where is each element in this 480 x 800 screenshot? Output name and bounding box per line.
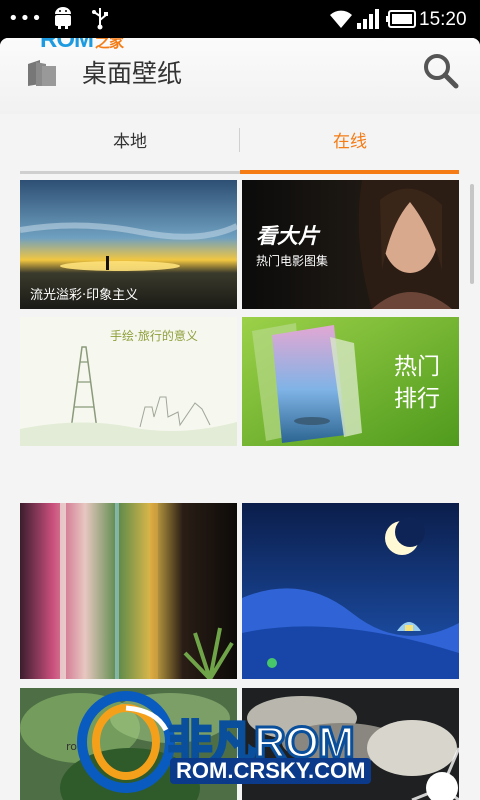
small-text: ro [66,740,78,753]
scrollbar[interactable] [470,184,474,284]
tab-active-indicator [240,170,459,174]
wallpaper-abstract-streaks[interactable] [20,503,237,679]
status-bar: ••• 15:20 [0,0,480,38]
wallpaper-app: 桌面壁纸 ROM 之家 本地 在线 流光溢彩·印象主义 看大片 热门电影图集 手… [0,38,480,800]
tile-caption: 手绘·旅行的意义 [110,329,198,343]
wallpaper-category-movies[interactable]: 看大片 热门电影图集 [242,180,459,309]
wallpaper-category-travel-sketch[interactable]: 手绘·旅行的意义 [20,317,237,446]
usb-icon [92,8,108,30]
abstract-streaks-thumbnail [20,503,237,679]
crsky-url: ROM.CRSKY.COM [170,758,372,784]
wallpaper-stack-icon[interactable] [24,58,58,88]
battery-icon [386,10,416,28]
wallpaper-category-hot-ranking[interactable]: 热门 排行 [242,317,459,446]
android-debug-icon [55,7,71,29]
signal-icon [357,9,379,29]
wallpaper-category-impressionism[interactable]: 流光溢彩·印象主义 [20,180,237,309]
wifi-icon [330,10,352,28]
wallpaper-night-moon[interactable] [242,503,459,679]
tile-caption-line2: 排行 [394,386,440,412]
tab-online[interactable]: 在线 [240,114,460,176]
tile-caption: 流光溢彩·印象主义 [30,288,139,303]
rom-home-watermark: ROM 之家 [40,38,124,53]
tile-caption-line1: 热门 [394,354,440,380]
status-time: 15:20 [419,9,467,30]
tile-caption-sub: 热门电影图集 [256,254,329,268]
tab-local[interactable]: 本地 [20,114,240,176]
night-moon-thumbnail [242,503,459,679]
page-title: 桌面壁纸 [82,59,183,88]
tile-caption: 热门 排行 [394,351,440,415]
tab-track [20,171,240,174]
tab-bar: 本地 在线 [0,114,480,176]
tile-caption-main: 看大片 [256,224,319,248]
search-icon[interactable] [422,52,460,90]
notification-dots: ••• [8,8,43,29]
